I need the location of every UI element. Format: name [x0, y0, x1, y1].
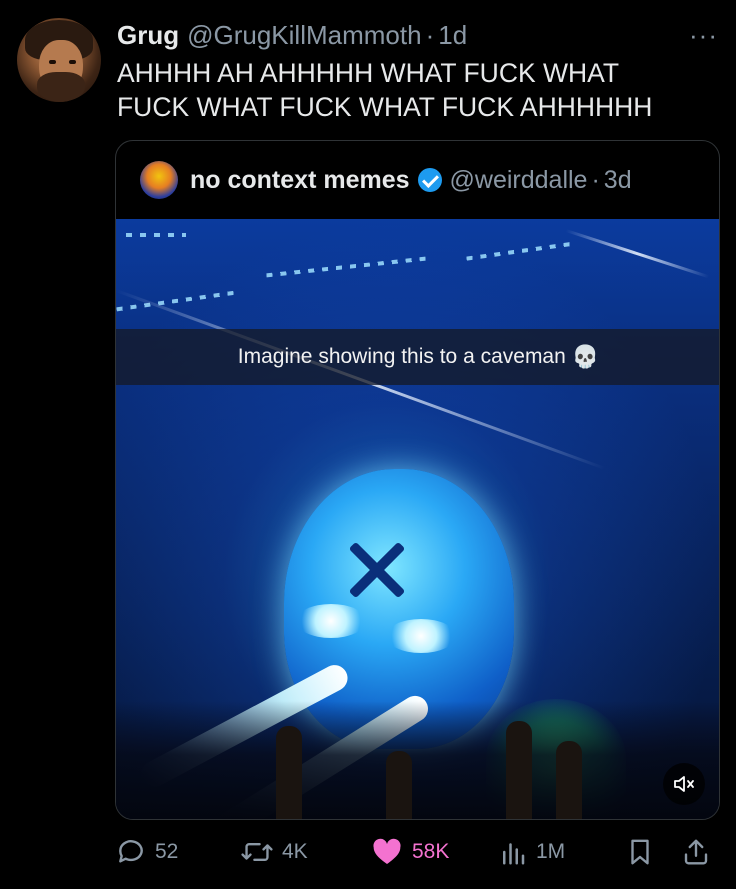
- post-avatar[interactable]: [17, 18, 101, 102]
- verified-badge-icon: [417, 168, 442, 192]
- caption-band: Imagine showing this to a caveman 💀: [116, 329, 719, 385]
- video-player[interactable]: Imagine showing this to a caveman 💀: [116, 219, 719, 819]
- crowd-hand: [556, 741, 582, 819]
- stage-light: [116, 290, 236, 312]
- like-count: 58K: [412, 840, 450, 863]
- reply-icon: [119, 840, 143, 863]
- like-button[interactable]: 58K: [370, 832, 449, 872]
- crowd-hand: [386, 751, 412, 819]
- quoted-author-handle[interactable]: @weirddalle: [450, 166, 588, 195]
- repost-count: 4K: [282, 840, 308, 863]
- views-button[interactable]: 1M: [498, 832, 565, 872]
- crowd-silhouette: [116, 701, 719, 819]
- views-count: 1M: [536, 840, 566, 863]
- author-name[interactable]: Grug: [117, 20, 179, 51]
- bookmark-button[interactable]: [625, 832, 663, 872]
- light-beam: [565, 229, 710, 279]
- quoted-separator-dot: ·: [591, 165, 600, 194]
- stage-light: [266, 256, 426, 278]
- post-header: Grug @GrugKillMammoth · 1d: [117, 18, 706, 52]
- repost-icon: [241, 842, 273, 862]
- stage-light: [466, 241, 576, 261]
- quoted-age[interactable]: 3d: [604, 166, 632, 195]
- stage-light: [126, 233, 186, 237]
- quoted-avatar[interactable]: [140, 161, 178, 199]
- bookmark-icon: [631, 839, 649, 865]
- head-x-mark: [346, 539, 406, 599]
- share-button[interactable]: [681, 832, 719, 872]
- post-age[interactable]: 1d: [438, 20, 467, 51]
- post-text: AHHHH AH AHHHHH WHAT FUCK WHAT FUCK WHAT…: [117, 58, 653, 122]
- crowd-hand: [506, 721, 532, 819]
- crowd-hand: [276, 726, 302, 819]
- quoted-author-name[interactable]: no context memes: [190, 166, 410, 195]
- eye-glow: [386, 619, 456, 653]
- more-options-icon[interactable]: ···: [689, 20, 718, 51]
- mute-button[interactable]: [663, 763, 705, 805]
- quoted-header: no context memes @weirddalle · 3d: [116, 141, 719, 219]
- views-chart-icon: [503, 843, 525, 865]
- skull-emoji-icon: 💀: [571, 344, 600, 369]
- quoted-post[interactable]: no context memes @weirddalle · 3d Imagin…: [115, 140, 720, 820]
- speaker-muted-icon: [674, 776, 694, 792]
- heart-icon: [373, 838, 401, 864]
- reply-count: 52: [155, 840, 179, 863]
- reply-button[interactable]: 52: [115, 832, 178, 872]
- repost-button[interactable]: 4K: [240, 832, 308, 872]
- separator-dot: ·: [425, 19, 435, 50]
- author-handle[interactable]: @GrugKillMammoth: [187, 20, 421, 51]
- eye-glow: [296, 604, 366, 638]
- action-bar: 52 4K 58K 1M: [115, 832, 720, 872]
- share-icon: [684, 839, 708, 865]
- video-caption: Imagine showing this to a caveman: [237, 345, 566, 368]
